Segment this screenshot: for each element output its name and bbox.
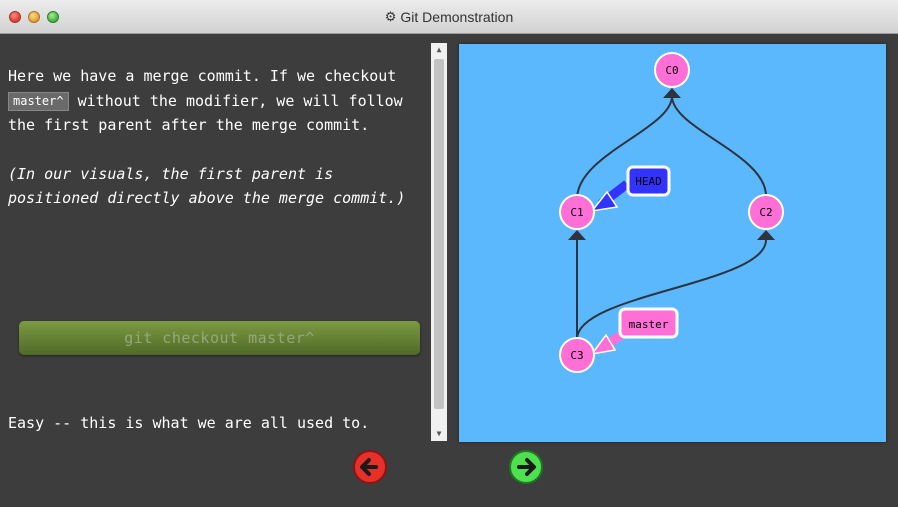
- git-command-button[interactable]: git checkout master^: [19, 321, 420, 355]
- commit-label: C3: [570, 349, 583, 362]
- master-label: master: [629, 318, 669, 331]
- commit-c1[interactable]: C1: [559, 194, 595, 230]
- commit-c0[interactable]: C0: [654, 52, 690, 88]
- next-button[interactable]: [508, 449, 544, 485]
- edge-arrowhead: [757, 230, 775, 240]
- scroll-down-arrow-icon[interactable]: ▼: [431, 427, 447, 441]
- paragraph-merge-commit: Here we have a merge commit. If we check…: [8, 64, 428, 138]
- easy-note: Easy -- this is what we are all used to.: [8, 414, 370, 432]
- window-title: Git Demonstration: [400, 9, 514, 25]
- previous-button[interactable]: [352, 449, 388, 485]
- scroll-thumb[interactable]: [434, 59, 444, 409]
- paragraph-first-parent: (In our visuals, the first parent is pos…: [8, 164, 406, 208]
- head-label: HEAD: [635, 175, 662, 188]
- scroll-up-arrow-icon[interactable]: ▲: [431, 43, 447, 57]
- branch-head[interactable]: HEAD: [590, 165, 671, 213]
- code-snippet: master^: [8, 91, 69, 111]
- git-graph-svg: HEAD master C0 C1 C2 C3: [559, 52, 784, 373]
- window-title-container: ⚙ Git Demonstration: [0, 0, 898, 34]
- edge-c2-c0: [671, 95, 767, 197]
- title-bar: ⚙ Git Demonstration: [0, 0, 898, 34]
- scrollbar[interactable]: ▲ ▼: [431, 43, 447, 441]
- commit-label: C2: [759, 206, 772, 219]
- gear-icon: ⚙: [384, 9, 397, 24]
- commit-label: C0: [665, 64, 678, 77]
- commit-c3[interactable]: C3: [559, 337, 595, 373]
- git-graph-canvas: HEAD master C0 C1 C2 C3: [459, 44, 886, 442]
- graph-edges: [568, 88, 775, 340]
- edge-arrowhead: [568, 230, 586, 240]
- git-command-label: git checkout master^: [124, 329, 315, 347]
- commit-label: C1: [570, 206, 583, 219]
- commit-c2[interactable]: C2: [748, 194, 784, 230]
- edge-arrowhead: [663, 88, 681, 98]
- branch-master[interactable]: master: [590, 307, 679, 356]
- explanation-text: Here we have a merge commit. If we check…: [8, 64, 428, 211]
- paragraph-text: Here we have a merge commit. If we check…: [8, 67, 397, 85]
